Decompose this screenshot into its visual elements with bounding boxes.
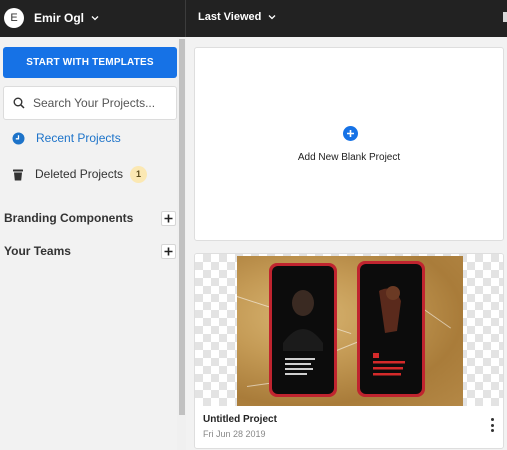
trash-icon (13, 169, 23, 180)
top-bar: E Emir Ogl Last Viewed (0, 0, 507, 37)
sort-label: Last Viewed (198, 11, 262, 23)
deleted-count-badge: 1 (130, 165, 148, 183)
avatar: E (4, 8, 24, 28)
plus-icon (164, 247, 173, 255)
projects-area: Add New Blank Project Untitled Project F… (186, 37, 507, 450)
nav-deleted-label: Deleted Projects (35, 167, 124, 181)
project-date: Fri Jun 28 2019 (203, 429, 266, 439)
branding-components-section: Branding Components (4, 209, 176, 227)
add-new-project-label: Add New Blank Project (297, 152, 401, 163)
search-icon (13, 97, 25, 109)
user-menu[interactable]: E Emir Ogl (4, 7, 99, 29)
your-teams-title: Your Teams (4, 244, 71, 258)
add-branding-button[interactable] (161, 210, 176, 226)
search-box[interactable] (3, 86, 177, 120)
add-new-blank-project-card[interactable]: Add New Blank Project (194, 47, 504, 241)
clock-icon (12, 132, 25, 144)
header-edge-icon (503, 12, 507, 22)
sidebar-scrollbar[interactable] (179, 39, 185, 415)
start-with-templates-button[interactable]: START WITH TEMPLATES (3, 47, 177, 78)
search-input[interactable] (33, 96, 163, 110)
chevron-down-icon (268, 15, 276, 20)
plus-icon (164, 214, 173, 222)
project-thumbnail (195, 254, 503, 406)
your-teams-section: Your Teams (4, 242, 176, 260)
chevron-down-icon (91, 16, 99, 21)
project-title: Untitled Project (203, 414, 277, 425)
user-name: Emir Ogl (34, 11, 85, 25)
sort-dropdown[interactable]: Last Viewed (198, 11, 276, 23)
sidebar: START WITH TEMPLATES Recent Projects Del… (0, 37, 186, 450)
branding-components-title: Branding Components (4, 211, 134, 225)
more-options-icon[interactable] (488, 418, 496, 432)
nav-deleted-projects[interactable]: Deleted Projects 1 (12, 164, 148, 184)
nav-recent-label: Recent Projects (36, 131, 121, 145)
project-card[interactable]: Untitled Project Fri Jun 28 2019 (194, 253, 504, 449)
nav-recent-projects[interactable]: Recent Projects (12, 128, 121, 148)
add-circle-icon (343, 126, 358, 141)
add-team-button[interactable] (161, 243, 176, 259)
phone-mockup-image (269, 263, 337, 397)
phone-mockup-image (357, 261, 425, 397)
header-divider (185, 0, 186, 37)
